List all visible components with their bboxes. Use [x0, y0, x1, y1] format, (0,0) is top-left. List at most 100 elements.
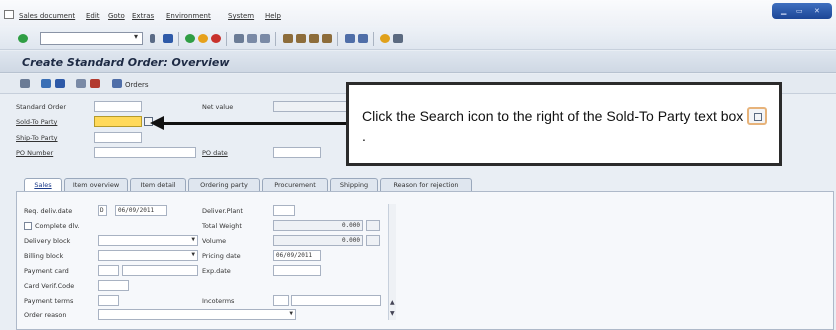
- first-page-icon[interactable]: [283, 34, 293, 43]
- close-icon[interactable]: ✕: [814, 7, 820, 15]
- dropdown-arrow-icon[interactable]: ▼: [191, 251, 195, 258]
- complete-delivery-label: Complete dlv.: [35, 222, 80, 230]
- find-icon[interactable]: [247, 34, 257, 43]
- command-dropdown-icon[interactable]: ▾: [134, 32, 138, 41]
- menu-goto[interactable]: Goto: [108, 12, 125, 20]
- toolbar-separator: [373, 32, 374, 46]
- menu-sales-document[interactable]: Sales document: [19, 12, 75, 20]
- payment-terms-field[interactable]: [98, 295, 119, 306]
- scroll-down-icon[interactable]: ▼: [390, 310, 395, 317]
- scroll-up-icon[interactable]: ▲: [390, 299, 395, 306]
- req-deliv-date-label: Req. deliv.date: [24, 207, 73, 215]
- exp-date-label: Exp.date: [202, 267, 231, 275]
- po-number-label: PO Number: [16, 149, 54, 157]
- net-value-label: Net value: [202, 103, 234, 111]
- standard-order-label: Standard Order: [16, 103, 67, 111]
- deliver-plant-field[interactable]: [273, 205, 295, 216]
- volume-field: 0.000: [273, 235, 363, 246]
- incoterms-code-field[interactable]: [273, 295, 289, 306]
- menu-system[interactable]: System: [228, 12, 254, 20]
- billing-block-label: Billing block: [24, 252, 64, 260]
- payment-card-label: Payment card: [24, 267, 69, 275]
- shortcut-icon[interactable]: [358, 34, 368, 43]
- menu-environment[interactable]: Environment: [166, 12, 211, 20]
- complete-delivery-checkbox[interactable]: [24, 222, 32, 230]
- ship-to-party-field[interactable]: [94, 132, 142, 143]
- tab-shipping[interactable]: Shipping: [330, 178, 378, 191]
- toolbar-separator: [226, 32, 227, 46]
- delivery-block-label: Delivery block: [24, 237, 71, 245]
- maximize-icon[interactable]: ▭: [796, 7, 803, 15]
- req-deliv-date-format-field[interactable]: D: [98, 205, 107, 216]
- menu-edit[interactable]: Edit: [86, 12, 100, 20]
- sold-to-party-label: Sold-To Party: [16, 118, 58, 126]
- page-title: Create Standard Order: Overview: [22, 56, 230, 69]
- screen-title-bar: Create Standard Order: Overview: [0, 51, 836, 73]
- orders-icon[interactable]: [112, 79, 122, 88]
- volume-unit-field: [366, 235, 380, 246]
- req-deliv-date-field[interactable]: 06/09/2011: [115, 205, 167, 216]
- po-number-field[interactable]: [94, 147, 196, 158]
- po-date-field[interactable]: [273, 147, 321, 158]
- back-arrow-icon[interactable]: [150, 34, 155, 43]
- create-session-icon[interactable]: [345, 34, 355, 43]
- display-document-flow-icon[interactable]: [20, 79, 30, 88]
- toolbar-separator: [178, 32, 179, 46]
- billing-block-dropdown[interactable]: ▼: [98, 250, 198, 261]
- search-icon: [747, 107, 768, 125]
- enter-icon[interactable]: [18, 34, 28, 43]
- header-detail-icon[interactable]: [41, 79, 51, 88]
- print-preview-icon[interactable]: [55, 79, 65, 88]
- last-page-icon[interactable]: [322, 34, 332, 43]
- exit-icon[interactable]: [198, 34, 208, 43]
- dropdown-arrow-icon[interactable]: ▼: [191, 236, 195, 243]
- back-icon[interactable]: [185, 34, 195, 43]
- standard-toolbar: ▾: [0, 26, 836, 50]
- tab-sales[interactable]: Sales: [24, 178, 62, 191]
- tab-item-overview[interactable]: Item overview: [64, 178, 128, 191]
- layout-menu-icon[interactable]: [393, 34, 403, 43]
- menu-help[interactable]: Help: [265, 12, 281, 20]
- save-icon[interactable]: [163, 34, 173, 43]
- exp-date-field[interactable]: [273, 265, 321, 276]
- payment-card-type-field[interactable]: [98, 265, 119, 276]
- find-next-icon[interactable]: [260, 34, 270, 43]
- vertical-scrollbar[interactable]: ▲ ▼: [388, 204, 396, 320]
- cancel-icon[interactable]: [211, 34, 221, 43]
- orders-button[interactable]: Orders: [125, 81, 149, 89]
- incoterms-label: Incoterms: [202, 297, 235, 305]
- pricing-date-field[interactable]: 06/09/2011: [273, 250, 321, 261]
- card-verif-code-field[interactable]: [98, 280, 129, 291]
- callout-arrow: [158, 122, 346, 125]
- help-icon[interactable]: [380, 34, 390, 43]
- menu-bar: Sales document Edit Goto Extras Environm…: [0, 0, 836, 26]
- item-detail-icon[interactable]: [76, 79, 86, 88]
- tab-procurement[interactable]: Procurement: [262, 178, 328, 191]
- sold-to-party-field[interactable]: [94, 116, 142, 127]
- next-page-icon[interactable]: [309, 34, 319, 43]
- callout-arrowhead: [150, 116, 164, 130]
- print-icon[interactable]: [234, 34, 244, 43]
- total-weight-unit-field: [366, 220, 380, 231]
- callout-text-block: Click the Search icon to the right of th…: [362, 106, 772, 146]
- order-reason-dropdown[interactable]: ▼: [98, 309, 296, 320]
- previous-page-icon[interactable]: [296, 34, 306, 43]
- ship-to-party-label: Ship-To Party: [16, 134, 58, 142]
- tab-reason-for-rejection[interactable]: Reason for rejection: [380, 178, 472, 191]
- delivery-block-dropdown[interactable]: ▼: [98, 235, 198, 246]
- payment-card-number-field[interactable]: [122, 265, 198, 276]
- incoterms-location-field[interactable]: [291, 295, 381, 306]
- standard-order-field[interactable]: [94, 101, 142, 112]
- po-date-label: PO date: [202, 149, 228, 157]
- pricing-date-label: Pricing date: [202, 252, 241, 260]
- card-verif-code-label: Card Verif.Code: [24, 282, 75, 290]
- command-field[interactable]: [40, 32, 143, 45]
- sap-menu-icon[interactable]: [4, 10, 14, 19]
- deliver-plant-label: Deliver.Plant: [202, 207, 243, 215]
- menu-extras[interactable]: Extras: [132, 12, 154, 20]
- search-item-icon[interactable]: [90, 79, 100, 88]
- minimize-icon[interactable]: ▁: [781, 7, 786, 15]
- tab-ordering-party[interactable]: Ordering party: [188, 178, 260, 191]
- dropdown-arrow-icon[interactable]: ▼: [289, 310, 293, 317]
- tab-item-detail[interactable]: Item detail: [130, 178, 186, 191]
